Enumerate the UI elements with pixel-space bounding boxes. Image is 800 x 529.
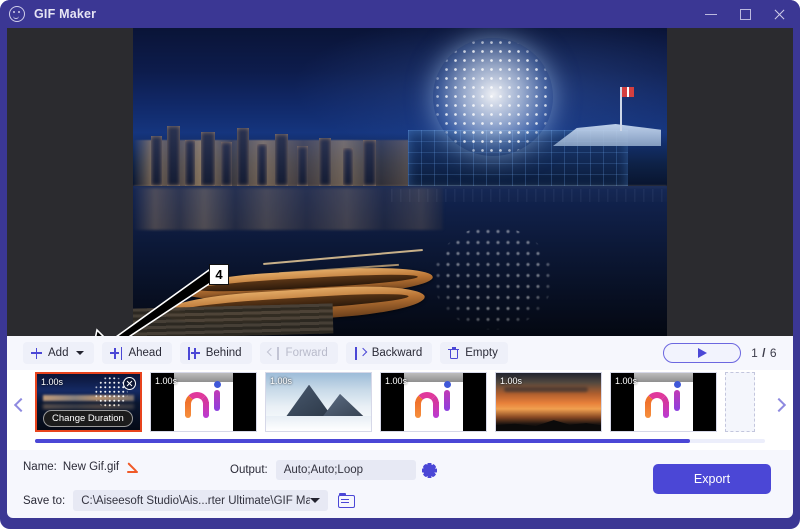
output-row: Output: Auto;Auto;Loop [230,460,437,480]
timeline-prev-button[interactable] [7,370,35,440]
settings-panel: Name: New Gif.gif Output: Auto;Auto;Loop… [7,450,793,518]
move-backward-icon [354,346,367,360]
add-button-label: Add [48,347,69,359]
close-icon[interactable] [123,377,136,390]
frame-separator: / [762,346,766,360]
save-to-row: Save to: C:\Aiseesoft Studio\Ais...rter … [23,490,356,511]
frame-strip: 1.00s Change Duration 1.00s 1.00s 1.00s … [35,370,765,432]
empty-button-label: Empty [465,347,498,359]
plus-icon [31,347,42,359]
save-to-label: Save to: [23,494,66,507]
frame-total: 6 [769,346,777,360]
table-row[interactable]: 1.00s Change Duration [35,372,142,432]
frame-counter: 1 / 6 [751,346,777,360]
add-button[interactable]: Add [23,342,95,364]
empty-button[interactable]: Empty [440,342,508,364]
insert-behind-button[interactable]: Behind [179,342,252,364]
maximize-button[interactable] [728,0,762,28]
minimize-button[interactable] [694,0,728,28]
move-forward-label: Forward [285,347,328,359]
save-path-value: C:\Aiseesoft Studio\Ais...rter Ultimate\… [81,494,311,507]
pencil-icon[interactable] [127,460,140,473]
title-bar: GIF Maker [0,0,800,28]
output-value-field[interactable]: Auto;Auto;Loop [275,460,416,480]
play-button[interactable] [663,343,742,363]
timeline-next-button[interactable] [765,370,793,440]
folder-icon[interactable] [337,492,356,509]
gear-icon[interactable] [422,463,437,478]
gif-maker-window: GIF Maker 4 Add Ahead Behind Forward Bac… [0,0,800,529]
move-backward-label: Backward [371,347,423,359]
move-forward-icon [266,346,280,360]
frame-current: 1 [751,346,759,360]
name-label: Name: [23,460,57,473]
insert-ahead-button[interactable]: Ahead [102,342,172,364]
move-backward-button[interactable]: Backward [345,342,433,364]
insert-ahead-label: Ahead [128,347,162,359]
insert-behind-label: Behind [205,347,242,359]
frame-toolbar: Add Ahead Behind Forward Backward Empty [7,336,793,370]
frame-duration: 1.00s [615,376,638,386]
play-triangle-icon [697,348,707,358]
output-label: Output: [230,464,268,476]
playback-controls: 1 / 6 [663,343,793,363]
annotation-arrow [94,268,217,336]
app-logo-icon [9,6,25,22]
export-button[interactable]: Export [653,464,771,494]
table-row[interactable]: 1.00s [495,372,602,432]
chevron-down-icon [310,498,321,503]
frame-duration: 1.00s [270,376,293,386]
chevron-right-icon [771,397,787,413]
chevron-down-icon [76,351,85,355]
preview-area: 4 [7,28,793,336]
frame-placeholder [725,372,755,432]
window-controls [694,0,796,28]
output-value: Auto;Auto;Loop [283,464,364,476]
trash-icon [448,347,460,359]
annotation-step-number: 4 [209,264,229,285]
name-row: Name: New Gif.gif [23,460,140,473]
frame-duration: 1.00s [385,376,408,386]
table-row[interactable]: 1.00s [610,372,717,432]
insert-ahead-icon [110,346,123,360]
move-forward-button[interactable]: Forward [259,342,338,364]
scrollbar-thumb[interactable] [35,439,690,443]
frame-duration: 1.00s [41,377,64,387]
table-row[interactable]: 1.00s [380,372,487,432]
save-path-select[interactable]: C:\Aiseesoft Studio\Ais...rter Ultimate\… [73,490,329,511]
insert-behind-icon [187,346,200,360]
window-title: GIF Maker [34,7,97,21]
close-button[interactable] [762,0,796,28]
table-row[interactable]: 1.00s [265,372,372,432]
name-value: New Gif.gif [62,460,120,473]
export-button-label: Export [693,472,731,486]
table-row[interactable]: 1.00s [150,372,257,432]
timeline-scrollbar[interactable] [7,437,793,447]
frame-duration: 1.00s [500,376,523,386]
frame-duration: 1.00s [155,376,178,386]
change-duration-tooltip: Change Duration [43,410,133,427]
chevron-left-icon [13,397,29,413]
